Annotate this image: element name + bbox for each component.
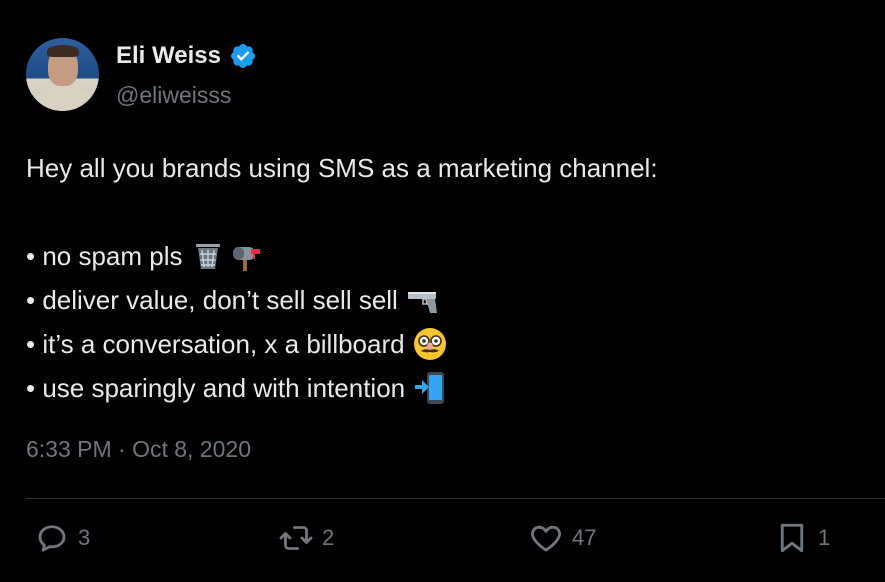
avatar-hair bbox=[47, 45, 79, 57]
heart-icon bbox=[531, 525, 561, 552]
retweet-icon bbox=[279, 526, 313, 550]
reply-button[interactable]: 3 bbox=[34, 520, 90, 556]
author-name[interactable]: Eli Weiss bbox=[116, 42, 221, 70]
divider bbox=[26, 498, 885, 499]
wastebasket-icon bbox=[191, 239, 225, 273]
avatar-shirt bbox=[32, 88, 94, 111]
mailbox-icon bbox=[229, 239, 263, 273]
tweet-timestamp[interactable]: 6:33 PM · Oct 8, 2020 bbox=[26, 436, 251, 463]
like-button[interactable]: 47 bbox=[528, 520, 596, 556]
retweet-count: 2 bbox=[322, 525, 335, 550]
bullet-line: • no spam pls bbox=[26, 234, 866, 278]
reply-count: 3 bbox=[78, 525, 91, 550]
author-handle[interactable]: @eliweisss bbox=[116, 82, 231, 109]
disguised-face-icon bbox=[413, 327, 447, 361]
action-bar: 3 2 47 1 bbox=[0, 520, 885, 570]
reply-icon bbox=[38, 525, 66, 552]
bullet-text: • deliver value, don’t sell sell sell bbox=[26, 285, 398, 315]
retweet-button[interactable]: 2 bbox=[278, 520, 334, 556]
bullet-line: • use sparingly and with intention bbox=[26, 366, 866, 410]
like-count: 47 bbox=[572, 525, 597, 550]
bullet-line: • deliver value, don’t sell sell sell bbox=[26, 278, 866, 322]
author-row: Eli Weiss bbox=[116, 42, 257, 70]
bookmark-count: 1 bbox=[818, 525, 831, 550]
pistol-icon bbox=[406, 283, 440, 317]
bullet-line: • it’s a conversation, x a billboard bbox=[26, 322, 866, 366]
mobile-arrow-icon bbox=[413, 371, 447, 405]
bullet-text: • it’s a conversation, x a billboard bbox=[26, 329, 405, 359]
tweet-intro: Hey all you brands using SMS as a market… bbox=[26, 153, 658, 183]
tweet-text: Hey all you brands using SMS as a market… bbox=[26, 146, 866, 410]
avatar[interactable] bbox=[26, 38, 99, 111]
bookmark-icon bbox=[780, 523, 804, 553]
bullet-text: • no spam pls bbox=[26, 241, 183, 271]
bookmark-button[interactable]: 1 bbox=[774, 520, 830, 556]
bullet-text: • use sparingly and with intention bbox=[26, 373, 406, 403]
verified-badge-icon bbox=[230, 44, 255, 68]
